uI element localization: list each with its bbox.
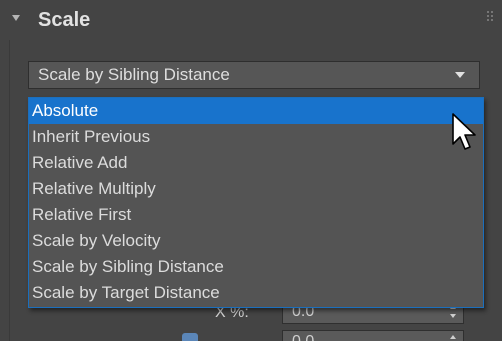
panel-left-divider (9, 40, 10, 341)
toggle-button[interactable] (182, 333, 198, 341)
mouse-pointer-icon (452, 113, 476, 150)
rollout-header[interactable]: Scale (0, 0, 502, 50)
option-scale-by-velocity[interactable]: Scale by Velocity (29, 228, 483, 254)
scale-mode-options-list[interactable]: Absolute Inherit Previous Relative Add R… (28, 97, 484, 308)
second-value: 0.0 (292, 331, 314, 341)
dropdown-selected-value: Scale by Sibling Distance (38, 65, 230, 84)
spinner-arrows-icon[interactable] (450, 335, 456, 341)
scale-mode-dropdown[interactable]: Scale by Sibling Distance (28, 61, 480, 89)
option-relative-first[interactable]: Relative First (29, 202, 483, 228)
drag-grip-icon[interactable] (486, 10, 494, 22)
option-relative-add[interactable]: Relative Add (29, 150, 483, 176)
option-inherit-previous[interactable]: Inherit Previous (29, 124, 483, 150)
second-value-spinner[interactable]: 0.0 (282, 330, 464, 341)
option-relative-multiply[interactable]: Relative Multiply (29, 176, 483, 202)
rollout-title: Scale (38, 9, 91, 31)
option-absolute[interactable]: Absolute (29, 98, 483, 124)
chevron-down-icon[interactable] (455, 72, 465, 78)
option-scale-by-target-distance[interactable]: Scale by Target Distance (29, 280, 483, 306)
scale-rollout-panel: Scale Scale by Sibling Distance X %: 0.0… (0, 0, 502, 341)
triangle-down-icon[interactable] (12, 15, 20, 21)
option-scale-by-sibling-distance[interactable]: Scale by Sibling Distance (29, 254, 483, 280)
